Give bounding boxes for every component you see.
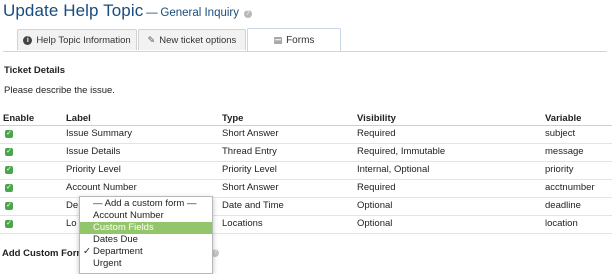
field-visibility: Optional: [357, 218, 393, 229]
enable-checkbox[interactable]: ✓: [5, 202, 13, 210]
field-visibility: Required: [357, 128, 396, 139]
dropdown-option-dates-due[interactable]: Dates Due: [80, 234, 212, 246]
field-variable: subject: [545, 128, 576, 139]
section-description: Please describe the issue.: [4, 85, 115, 96]
tab-label: New ticket options: [159, 34, 237, 46]
dropdown-option-placeholder[interactable]: — Add a custom form —: [80, 198, 212, 210]
dropdown-option-custom-fields[interactable]: Custom Fields: [80, 222, 212, 234]
field-type: Date and Time: [222, 200, 284, 211]
field-type: Thread Entry: [222, 146, 277, 157]
option-label: Department: [93, 246, 143, 257]
option-label: Account Number: [93, 210, 164, 221]
field-visibility: Optional: [357, 200, 393, 211]
section-title: Ticket Details: [4, 65, 66, 76]
field-visibility: Internal, Optional: [357, 164, 430, 175]
tab-label: Help Topic Information: [36, 34, 131, 46]
field-variable: message: [545, 146, 584, 157]
tab-new-ticket-options[interactable]: ✎ New ticket options: [138, 29, 246, 50]
column-header-variable: Variable: [545, 113, 582, 124]
option-label: Custom Fields: [93, 222, 154, 233]
field-label[interactable]: Lo: [66, 218, 77, 229]
field-variable: priority: [545, 164, 574, 175]
dropdown-option-urgent[interactable]: Urgent: [80, 258, 212, 270]
column-header-label: Label: [66, 113, 91, 124]
table-row: ✓ Priority Level Priority Level Internal…: [0, 162, 612, 180]
page-title: Update Help Topic: [3, 1, 144, 20]
column-header-visibility: Visibility: [357, 113, 396, 124]
title-separator: —: [146, 7, 158, 19]
field-label[interactable]: Priority Level: [66, 164, 121, 175]
table-row: ✓ Issue Summary Short Answer Required su…: [0, 126, 612, 144]
dropdown-option-department[interactable]: ✓ Department: [80, 246, 212, 258]
field-variable: location: [545, 218, 578, 229]
tab-bar: i Help Topic Information ✎ New ticket op…: [3, 28, 607, 52]
column-header-enable: Enable: [3, 113, 35, 124]
add-custom-form-dropdown[interactable]: — Add a custom form — Account Number Cus…: [79, 196, 213, 274]
field-visibility: Required: [357, 182, 396, 193]
option-label: Dates Due: [93, 234, 138, 245]
tab-label: Forms: [286, 34, 315, 46]
enable-checkbox[interactable]: ✓: [5, 130, 13, 138]
column-header-type: Type: [222, 113, 244, 124]
field-variable: deadline: [545, 200, 581, 211]
magic-wand-icon: ✎: [147, 34, 156, 45]
field-type: Short Answer: [222, 182, 279, 193]
tab-forms[interactable]: ▤ Forms: [247, 28, 341, 51]
page-header: Update Help Topic — General Inquiry ?: [3, 1, 252, 21]
question-circle-icon[interactable]: ?: [243, 10, 252, 18]
field-label[interactable]: Account Number: [66, 182, 137, 193]
enable-checkbox[interactable]: ✓: [5, 148, 13, 156]
forms-icon: ▤: [273, 34, 283, 45]
field-variable: acctnumber: [545, 182, 595, 193]
page-subtitle: General Inquiry: [160, 7, 239, 19]
field-type: Locations: [222, 218, 263, 229]
dropdown-option-account-number[interactable]: Account Number: [80, 210, 212, 222]
enable-checkbox[interactable]: ✓: [5, 220, 13, 228]
info-circle-icon: i: [23, 35, 33, 45]
option-label: — Add a custom form —: [93, 198, 197, 209]
field-type: Short Answer: [222, 128, 279, 139]
field-label[interactable]: Issue Details: [66, 146, 120, 157]
field-label[interactable]: De: [66, 200, 78, 211]
field-label[interactable]: Issue Summary: [66, 128, 132, 139]
enable-checkbox[interactable]: ✓: [5, 166, 13, 174]
field-type: Priority Level: [222, 164, 277, 175]
field-visibility: Required, Immutable: [357, 146, 446, 157]
checkmark-icon: ✓: [83, 246, 91, 257]
table-row: ✓ Issue Details Thread Entry Required, I…: [0, 144, 612, 162]
add-custom-form-label: Add Custom Form: [2, 248, 85, 259]
enable-checkbox[interactable]: ✓: [5, 184, 13, 192]
tab-help-topic-information[interactable]: i Help Topic Information: [17, 29, 137, 50]
option-label: Urgent: [93, 258, 122, 269]
